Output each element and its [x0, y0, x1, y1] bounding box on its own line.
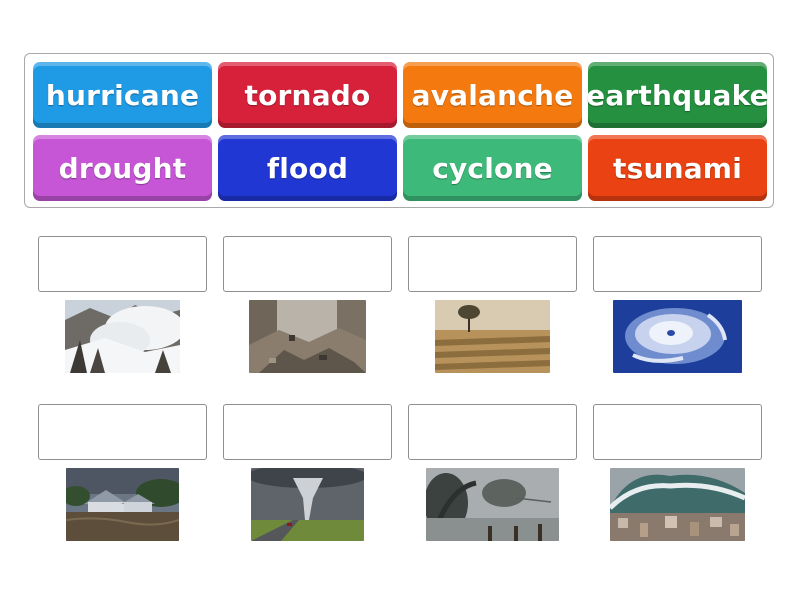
earthquake-image: [249, 300, 366, 373]
flood-image: [66, 468, 179, 541]
hurricane-image: [613, 300, 742, 373]
tsunami-image: [610, 468, 745, 541]
drop-box-6[interactable]: [223, 404, 392, 460]
cyclone-image: [426, 468, 559, 541]
drop-box-4[interactable]: [593, 236, 762, 292]
drop-box-2[interactable]: [223, 236, 392, 292]
tile-tornado[interactable]: tornado: [218, 62, 397, 128]
tile-tsunami[interactable]: tsunami: [588, 135, 767, 201]
drought-image: [435, 300, 550, 373]
avalanche-image: [65, 300, 180, 373]
tile-hurricane[interactable]: hurricane: [33, 62, 212, 128]
drop-box-7[interactable]: [408, 404, 577, 460]
drop-box-3[interactable]: [408, 236, 577, 292]
tile-earthquake[interactable]: earthquake: [586, 62, 769, 128]
drop-box-8[interactable]: [593, 404, 762, 460]
tile-drought[interactable]: drought: [33, 135, 212, 201]
tile-cyclone[interactable]: cyclone: [403, 135, 582, 201]
drop-box-1[interactable]: [38, 236, 207, 292]
tile-flood[interactable]: flood: [218, 135, 397, 201]
tile-avalanche[interactable]: avalanche: [403, 62, 582, 128]
drop-box-5[interactable]: [38, 404, 207, 460]
tornado-image: [251, 468, 364, 541]
